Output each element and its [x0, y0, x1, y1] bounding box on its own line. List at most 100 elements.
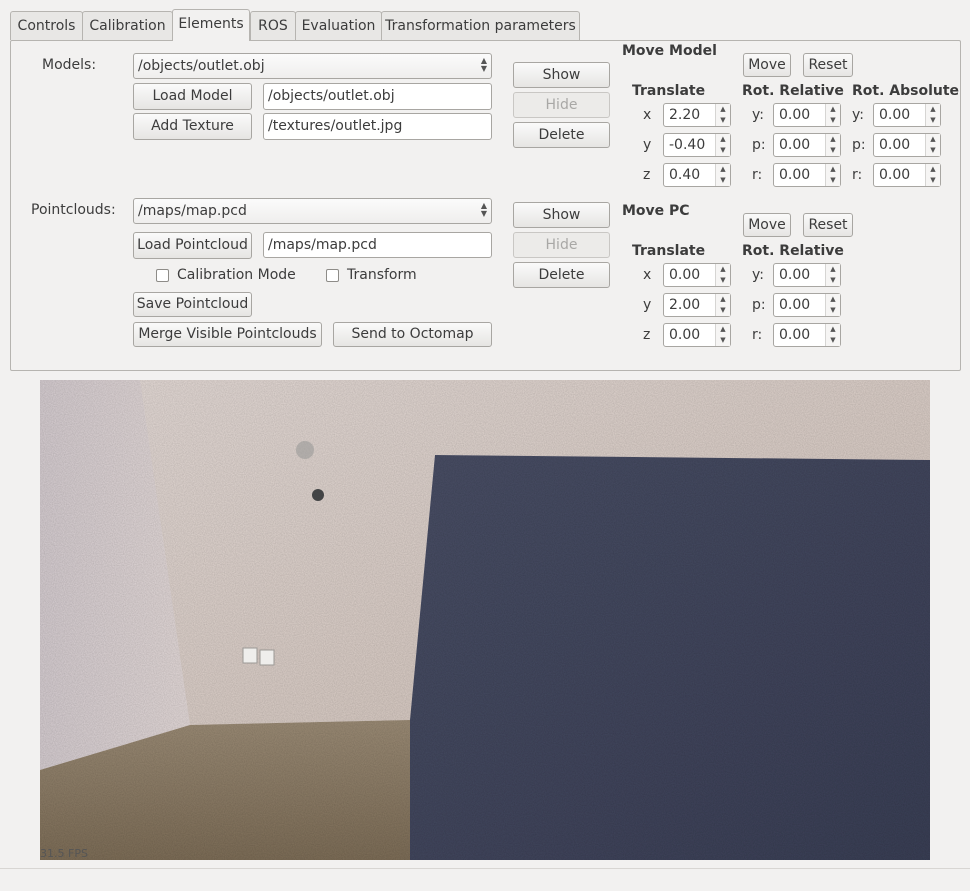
pc-rel-p-label: p:: [752, 297, 766, 313]
transform-checkbox[interactable]: [326, 269, 339, 282]
pc-show-button[interactable]: Show: [513, 202, 610, 228]
tab-controls[interactable]: Controls: [10, 11, 83, 40]
merge-visible-pointclouds-button[interactable]: Merge Visible Pointclouds: [133, 322, 322, 347]
spin-arrows-icon[interactable]: ▲ ▼: [825, 264, 840, 286]
spin-arrows-icon[interactable]: ▲ ▼: [825, 324, 840, 346]
tab-calibration[interactable]: Calibration: [82, 11, 173, 40]
model-path-input[interactable]: /objects/outlet.obj: [263, 83, 492, 110]
spin-arrows-icon[interactable]: ▲ ▼: [925, 164, 940, 186]
pc-rel-roll-spinbox[interactable]: 0.00 ▲ ▼: [773, 323, 841, 347]
model-z-label: z: [643, 167, 651, 183]
spinbox-value: 0.00: [779, 327, 811, 343]
spinbox-value: 0.00: [779, 167, 811, 183]
pointclouds-select[interactable]: /maps/map.pcd ▲ ▼: [133, 198, 492, 224]
pc-reset-button[interactable]: Reset: [803, 213, 853, 237]
model-abs-pitch-spinbox[interactable]: 0.00 ▲ ▼: [873, 133, 941, 157]
spin-arrows-icon[interactable]: ▲ ▼: [825, 104, 840, 126]
spin-arrows-icon[interactable]: ▲ ▼: [715, 164, 730, 186]
pc-rel-yaw-spinbox[interactable]: 0.00 ▲ ▼: [773, 263, 841, 287]
model-abs-y-label: y:: [852, 107, 864, 123]
model-abs-p-label: p:: [852, 137, 866, 153]
pc-z-label: z: [643, 327, 651, 343]
send-to-octomap-button[interactable]: Send to Octomap: [333, 322, 492, 347]
spinbox-value: 0.00: [879, 137, 911, 153]
move-model-title: Move Model: [622, 43, 717, 59]
move-pc-title: Move PC: [622, 203, 690, 219]
model-abs-roll-spinbox[interactable]: 0.00 ▲ ▼: [873, 163, 941, 187]
model-y-label: y: [643, 137, 652, 153]
spin-arrows-icon[interactable]: ▲ ▼: [715, 134, 730, 156]
pc-y-label: y: [643, 297, 652, 313]
save-pointcloud-button[interactable]: Save Pointcloud: [133, 292, 252, 317]
tab-evaluation[interactable]: Evaluation: [295, 11, 382, 40]
tab-elements[interactable]: Elements: [172, 9, 250, 41]
model-show-button[interactable]: Show: [513, 62, 610, 88]
calibration-mode-label: Calibration Mode: [177, 267, 296, 283]
model-x-label: x: [643, 107, 652, 123]
model-rel-r-label: r:: [752, 167, 763, 183]
tab-transformation-parameters[interactable]: Transformation parameters: [381, 11, 580, 40]
load-model-button[interactable]: Load Model: [133, 83, 252, 110]
pc-translate-z-spinbox[interactable]: 0.00 ▲ ▼: [663, 323, 731, 347]
spin-arrows-icon[interactable]: ▲ ▼: [925, 134, 940, 156]
pc-rot-relative-header: Rot. Relative: [742, 243, 844, 259]
pc-translate-x-spinbox[interactable]: 0.00 ▲ ▼: [663, 263, 731, 287]
pc-move-button[interactable]: Move: [743, 213, 791, 237]
pc-rel-y-label: y:: [752, 267, 764, 283]
spin-arrows-icon[interactable]: ▲ ▼: [825, 134, 840, 156]
spinbox-value: 0.00: [879, 107, 911, 123]
model-rel-pitch-spinbox[interactable]: 0.00 ▲ ▼: [773, 133, 841, 157]
model-rel-roll-spinbox[interactable]: 0.00 ▲ ▼: [773, 163, 841, 187]
updown-arrows-icon: ▲ ▼: [480, 201, 487, 218]
pc-x-label: x: [643, 267, 652, 283]
model-move-button[interactable]: Move: [743, 53, 791, 77]
spin-arrows-icon[interactable]: ▲ ▼: [925, 104, 940, 126]
transform-label: Transform: [347, 267, 417, 283]
spinbox-value: 0.00: [779, 137, 811, 153]
add-texture-button[interactable]: Add Texture: [133, 113, 252, 140]
status-bar: [0, 868, 970, 891]
pc-rel-pitch-spinbox[interactable]: 0.00 ▲ ▼: [773, 293, 841, 317]
spin-arrows-icon[interactable]: ▲ ▼: [825, 164, 840, 186]
model-translate-y-spinbox[interactable]: -0.40 ▲ ▼: [663, 133, 731, 157]
model-translate-z-spinbox[interactable]: 0.40 ▲ ▼: [663, 163, 731, 187]
models-select[interactable]: /objects/outlet.obj ▲ ▼: [133, 53, 492, 79]
texture-path-input[interactable]: /textures/outlet.jpg: [263, 113, 492, 140]
pointclouds-label: Pointclouds:: [31, 202, 116, 218]
load-pointcloud-button[interactable]: Load Pointcloud: [133, 232, 252, 259]
model-abs-yaw-spinbox[interactable]: 0.00 ▲ ▼: [873, 103, 941, 127]
model-rot-relative-header: Rot. Relative: [742, 83, 844, 99]
pc-rel-r-label: r:: [752, 327, 763, 343]
model-translate-x-spinbox[interactable]: 2.20 ▲ ▼: [663, 103, 731, 127]
model-translate-header: Translate: [632, 83, 706, 99]
model-rel-y-label: y:: [752, 107, 764, 123]
calibration-mode-checkbox[interactable]: [156, 269, 169, 282]
pointcloud-path-input[interactable]: /maps/map.pcd: [263, 232, 492, 258]
model-hide-button[interactable]: Hide: [513, 92, 610, 118]
pointclouds-select-value: /maps/map.pcd: [138, 203, 247, 219]
model-rel-yaw-spinbox[interactable]: 0.00 ▲ ▼: [773, 103, 841, 127]
pc-hide-button[interactable]: Hide: [513, 232, 610, 258]
spinbox-value: 0.00: [779, 297, 811, 313]
tab-ros[interactable]: ROS: [250, 11, 296, 40]
spinbox-value: 0.00: [879, 167, 911, 183]
spin-arrows-icon[interactable]: ▲ ▼: [715, 104, 730, 126]
spinbox-value: -0.40: [669, 137, 706, 153]
model-delete-button[interactable]: Delete: [513, 122, 610, 148]
pointcloud-3d-viewport[interactable]: 31.5 FPS: [40, 380, 930, 860]
model-reset-button[interactable]: Reset: [803, 53, 853, 77]
models-label: Models:: [42, 57, 97, 73]
pc-translate-header: Translate: [632, 243, 706, 259]
spin-arrows-icon[interactable]: ▲ ▼: [715, 324, 730, 346]
pointcloud-scene: [40, 380, 930, 860]
spin-arrows-icon[interactable]: ▲ ▼: [715, 264, 730, 286]
spinbox-value: 0.00: [669, 327, 701, 343]
model-abs-r-label: r:: [852, 167, 863, 183]
spinbox-value: 2.20: [669, 107, 701, 123]
spin-arrows-icon[interactable]: ▲ ▼: [715, 294, 730, 316]
models-select-value: /objects/outlet.obj: [138, 58, 265, 74]
spin-arrows-icon[interactable]: ▲ ▼: [825, 294, 840, 316]
fps-counter: 31.5 FPS: [40, 847, 88, 860]
pc-translate-y-spinbox[interactable]: 2.00 ▲ ▼: [663, 293, 731, 317]
pc-delete-button[interactable]: Delete: [513, 262, 610, 288]
